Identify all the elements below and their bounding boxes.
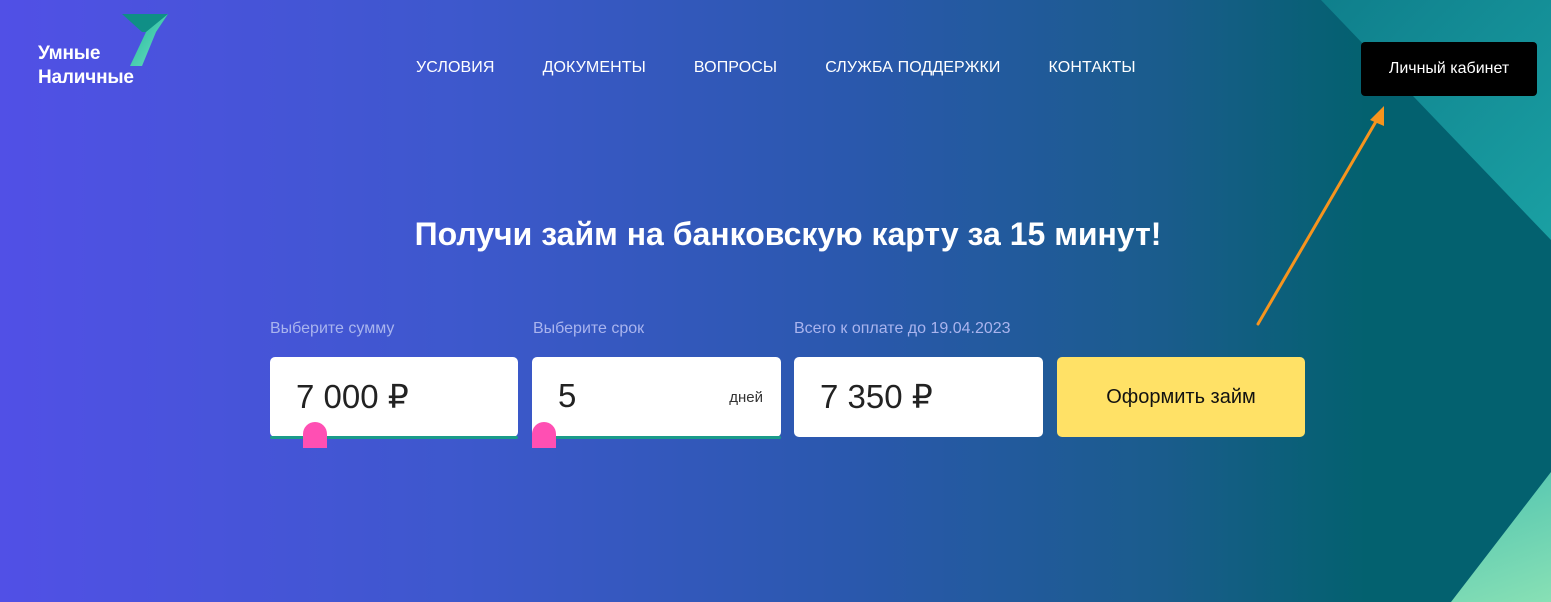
amount-value: 7 000 ₽	[296, 378, 409, 415]
nav-item-conditions[interactable]: УСЛОВИЯ	[416, 59, 495, 77]
personal-cabinet-button[interactable]: Личный кабинет	[1361, 42, 1537, 96]
term-slider-thumb[interactable]	[532, 422, 556, 448]
total-field: 7 350 ₽	[794, 357, 1043, 437]
term-unit: дней	[729, 389, 763, 406]
term-slider-track[interactable]	[532, 436, 781, 439]
logo[interactable]: Умные Наличные	[38, 14, 178, 98]
submit-loan-button[interactable]: Оформить займ	[1057, 357, 1305, 437]
term-value: 5	[558, 377, 577, 414]
nav-item-documents[interactable]: ДОКУМЕНТЫ	[543, 59, 646, 77]
nav-item-support[interactable]: СЛУЖБА ПОДДЕРЖКИ	[825, 59, 1000, 77]
decor-triangle-bottom	[1451, 472, 1551, 602]
nav-item-questions[interactable]: ВОПРОСЫ	[694, 59, 777, 77]
amount-slider-thumb[interactable]	[303, 422, 327, 448]
nav-item-contacts[interactable]: КОНТАКТЫ	[1049, 59, 1136, 77]
term-field[interactable]: 5 дней	[532, 357, 781, 439]
annotation-arrow-icon	[1256, 106, 1384, 326]
total-label: Всего к оплате до 19.04.2023	[794, 320, 1011, 337]
main-nav: УСЛОВИЯ ДОКУМЕНТЫ ВОПРОСЫ СЛУЖБА ПОДДЕРЖ…	[416, 59, 1136, 77]
amount-label: Выберите сумму	[270, 320, 395, 337]
logo-text-line2: Наличные	[38, 67, 134, 88]
total-value: 7 350 ₽	[820, 378, 933, 415]
term-label: Выберите срок	[533, 320, 645, 337]
logo-text-line1: Умные	[38, 43, 101, 64]
